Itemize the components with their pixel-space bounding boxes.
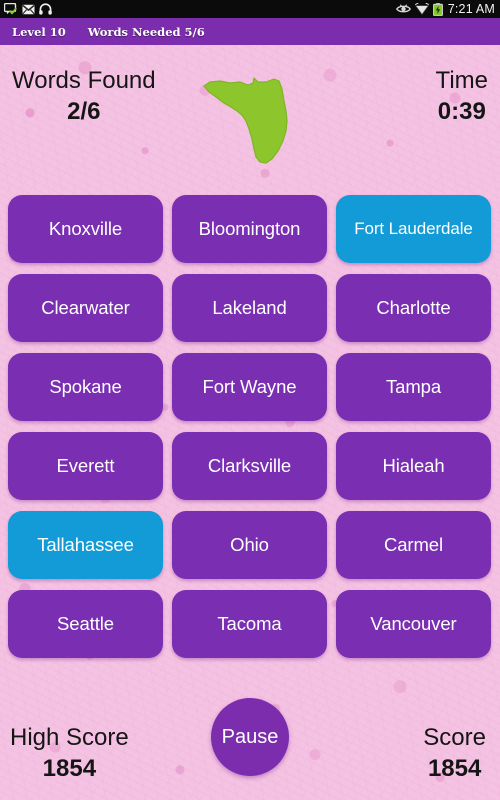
score-label: Score	[423, 724, 486, 751]
word-tile[interactable]: Tampa	[336, 353, 491, 421]
status-bar-system-icons: 7:21 AM	[395, 2, 495, 16]
time-label: Time	[435, 67, 488, 94]
game-footer: High Score 1854 Pause Score 1854	[0, 690, 500, 800]
words-needed-label: Words Needed 5/6	[87, 24, 205, 39]
time-stat: Time 0:39	[436, 65, 488, 127]
game-screen: 7:21 AM Level 10 Words Needed 5/6 Words …	[0, 0, 500, 800]
word-tile-grid: Knoxville Bloomington Fort Lauderdale Clear…	[8, 195, 492, 658]
word-tile[interactable]: Knoxville	[8, 195, 163, 263]
status-bar-notification-icons	[3, 2, 52, 15]
word-tile[interactable]: Carmel	[336, 511, 491, 579]
word-tile-label: Fort Wayne	[202, 376, 297, 397]
florida-state-map-icon	[196, 63, 308, 175]
level-bar: Level 10 Words Needed 5/6	[0, 18, 500, 45]
game-board: Words Found 2/6 Time 0:39 Knoxville Bloom…	[0, 45, 500, 800]
word-tile[interactable]: Seattle	[8, 590, 163, 658]
word-tile[interactable]: Hialeah	[336, 432, 491, 500]
word-tile-label: Vancouver	[370, 613, 457, 634]
high-score-label: High Score	[10, 724, 129, 751]
high-score-stat: High Score 1854	[10, 722, 129, 784]
word-tile[interactable]: Clarksville	[172, 432, 327, 500]
word-tile[interactable]: Everett	[8, 432, 163, 500]
word-tile-label: Knoxville	[48, 218, 123, 239]
battery-charging-icon	[432, 2, 443, 16]
word-tile[interactable]: Tallahassee	[8, 511, 163, 579]
sms-message-icon	[3, 2, 18, 15]
pause-button[interactable]: Pause	[211, 698, 289, 776]
word-tile[interactable]: Tacoma	[172, 590, 327, 658]
word-tile[interactable]: Charlotte	[336, 274, 491, 342]
words-found-value: 2/6	[67, 98, 101, 125]
word-tile-label: Bloomington	[198, 218, 301, 239]
android-status-bar: 7:21 AM	[0, 0, 500, 18]
words-found-stat: Words Found 2/6	[12, 65, 156, 127]
game-header: Words Found 2/6 Time 0:39	[0, 45, 500, 187]
eye-icon	[395, 4, 411, 14]
word-tile-label: Hialeah	[382, 455, 445, 476]
time-value: 0:39	[437, 98, 486, 125]
word-tile[interactable]: Bloomington	[172, 195, 327, 263]
score-value: 1854	[427, 755, 482, 782]
word-tile-label: Everett	[56, 455, 115, 476]
high-score-value: 1854	[42, 755, 97, 782]
word-tile[interactable]: Vancouver	[336, 590, 491, 658]
level-label: Level 10	[12, 24, 66, 39]
word-tile[interactable]: Spokane	[8, 353, 163, 421]
word-tile-label: Fort Lauderdale	[354, 219, 473, 238]
word-tile[interactable]: Fort Lauderdale	[336, 195, 491, 263]
word-tile[interactable]: Lakeland	[172, 274, 327, 342]
word-tile-label: Spokane	[49, 376, 122, 397]
word-tile-label: Charlotte	[376, 297, 451, 318]
word-tile[interactable]: Fort Wayne	[172, 353, 327, 421]
gmail-envelope-icon	[22, 4, 35, 15]
wifi-icon	[414, 2, 429, 15]
status-bar-clock: 7:21 AM	[447, 2, 495, 16]
headphones-icon	[39, 3, 52, 15]
score-stat: Score 1854	[423, 722, 486, 784]
word-tile-label: Seattle	[57, 613, 114, 634]
word-tile-label: Tacoma	[217, 613, 282, 634]
word-tile-label: Ohio	[230, 534, 269, 555]
word-tile-label: Lakeland	[212, 297, 287, 318]
word-tile-label: Carmel	[383, 534, 444, 555]
word-tile-label: Clearwater	[41, 297, 130, 318]
word-tile[interactable]: Clearwater	[8, 274, 163, 342]
word-tile-label: Tampa	[385, 376, 442, 397]
word-tile-label: Tallahassee	[37, 534, 134, 555]
word-tile[interactable]: Ohio	[172, 511, 327, 579]
word-tile-label: Clarksville	[207, 455, 292, 476]
words-found-label: Words Found	[12, 67, 156, 94]
